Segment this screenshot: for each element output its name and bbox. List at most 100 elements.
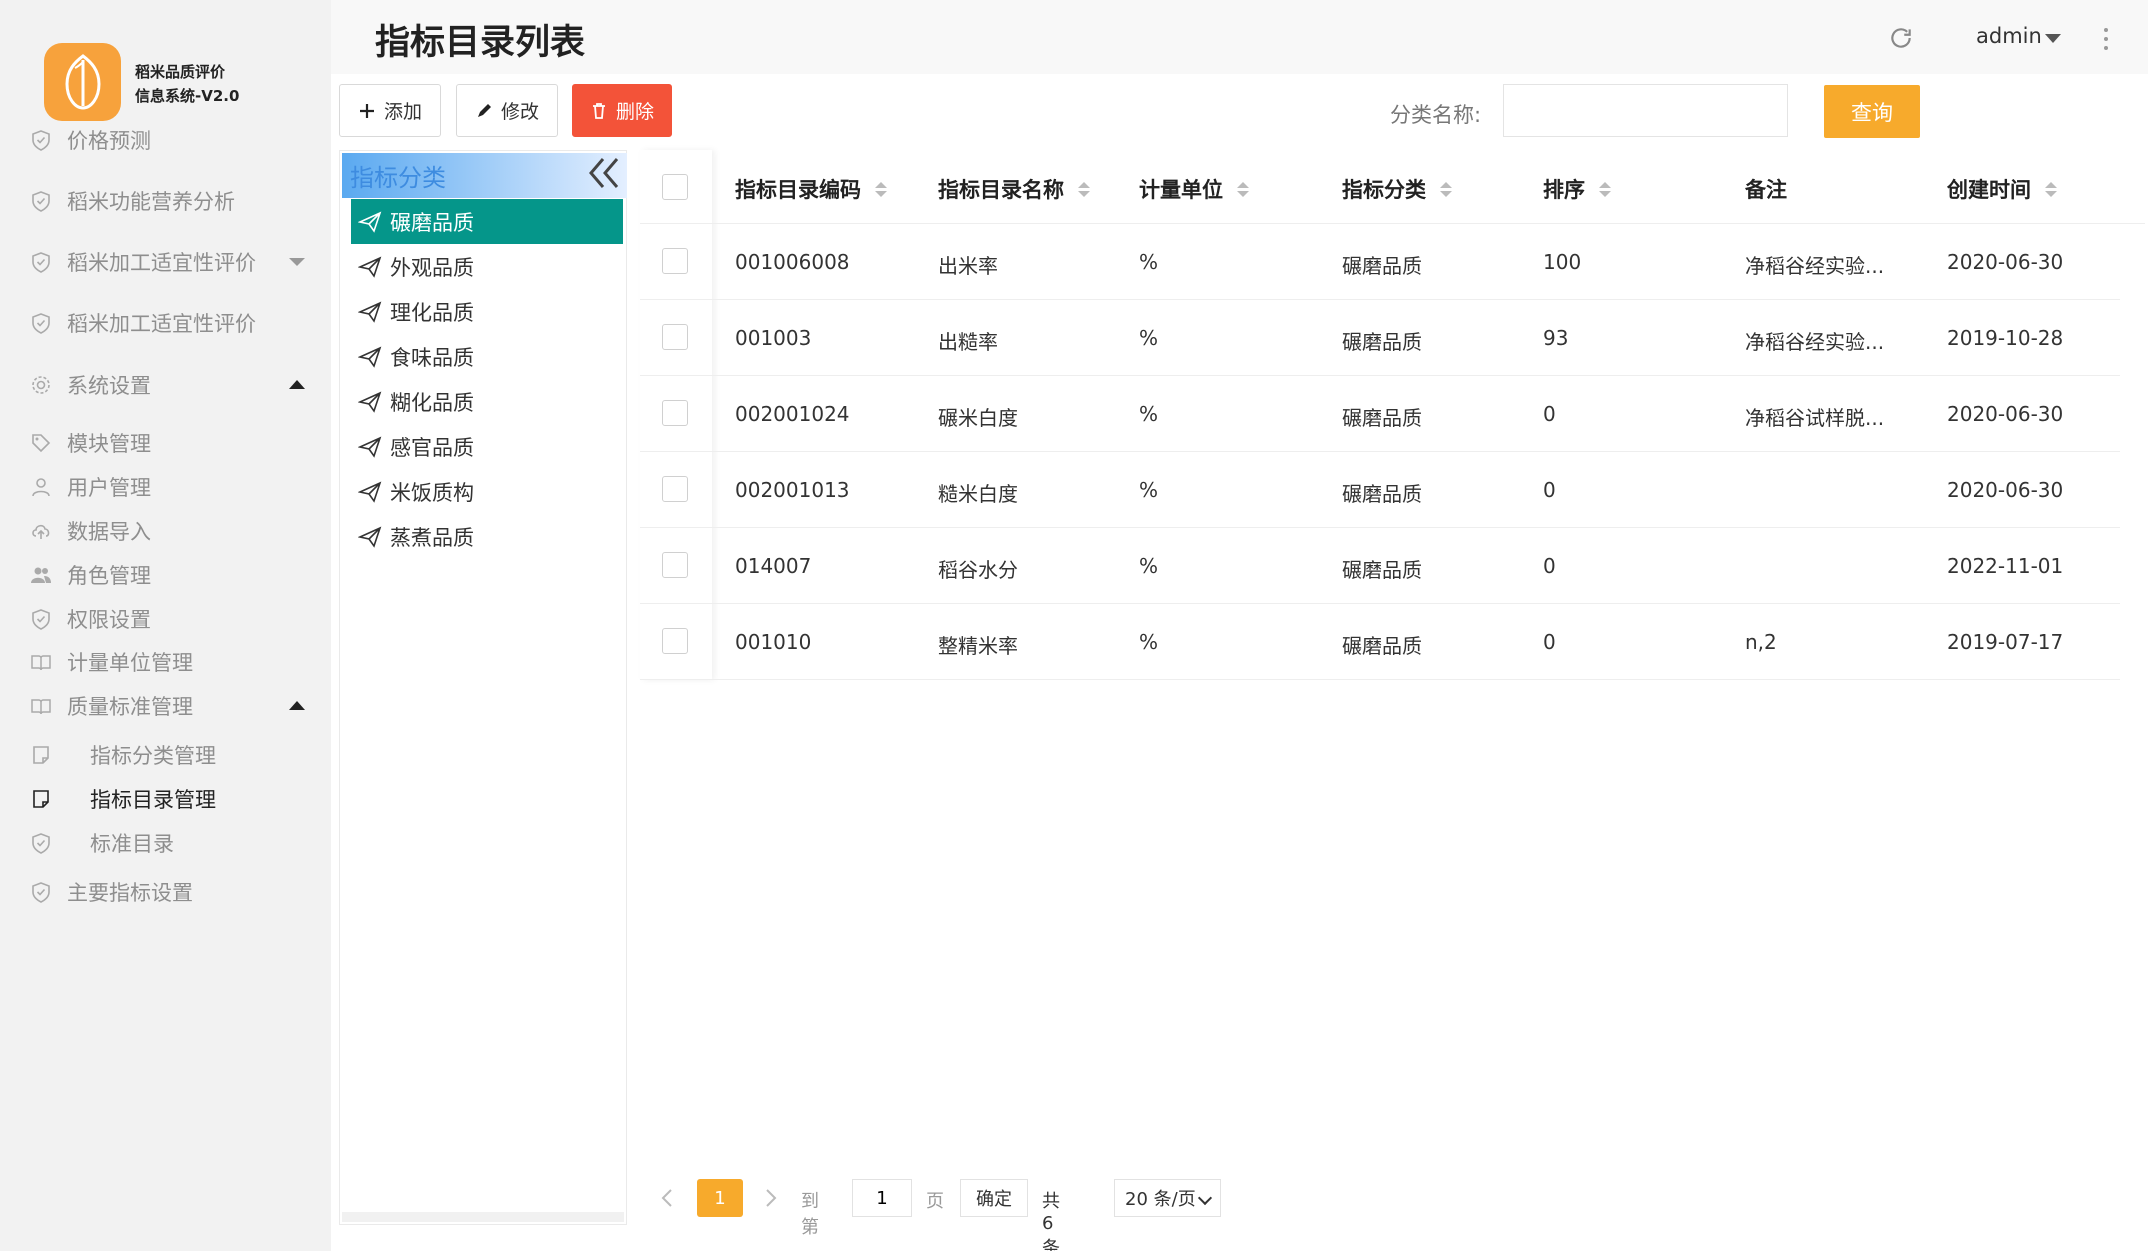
sidebar-item[interactable]: 稻米加工适宜性评价 xyxy=(0,242,331,282)
caret-up-icon[interactable] xyxy=(289,701,305,710)
user-caret-icon[interactable] xyxy=(2045,34,2061,43)
row-checkbox[interactable] xyxy=(662,324,688,350)
tree-item[interactable]: 感官品质 xyxy=(351,424,623,469)
delete-button[interactable]: 删除 xyxy=(572,84,672,137)
tree-item[interactable]: 碾磨品质 xyxy=(351,199,623,244)
sidebar-item[interactable]: 质量标准管理 xyxy=(0,686,331,726)
row-checkbox[interactable] xyxy=(662,552,688,578)
sidebar-item[interactable]: 计量单位管理 xyxy=(0,642,331,682)
prev-page-icon[interactable] xyxy=(660,1187,674,1209)
table-cell: 净稻谷经实验... xyxy=(1745,330,1885,354)
tree-item[interactable]: 理化品质 xyxy=(351,289,623,334)
sidebar-item[interactable]: 指标分类管理 xyxy=(0,735,331,775)
tree-item[interactable]: 食味品质 xyxy=(351,334,623,379)
sidebar-item[interactable]: 主要指标设置 xyxy=(0,872,331,912)
column-header[interactable]: 创建时间 xyxy=(1947,174,2057,204)
sidebar-item-label: 用户管理 xyxy=(67,476,151,500)
column-header[interactable]: 排序 xyxy=(1543,174,1611,204)
sidebar-item-label: 数据导入 xyxy=(67,520,151,544)
tree-item[interactable]: 糊化品质 xyxy=(351,379,623,424)
edit-button[interactable]: 修改 xyxy=(456,84,558,137)
sidebar-item[interactable]: 角色管理 xyxy=(0,555,331,595)
table-row[interactable]: 002001024 碾米白度% 碾磨品质 0 净稻谷试样脱... 2020-06-30 xyxy=(640,376,2120,452)
user-menu[interactable]: admin xyxy=(1976,24,2042,48)
gear-icon xyxy=(29,373,53,397)
row-checkbox[interactable] xyxy=(662,476,688,502)
sidebar-item[interactable]: 权限设置 xyxy=(0,599,331,639)
table-cell: 碾磨品质 xyxy=(1342,254,1422,278)
category-name-input[interactable] xyxy=(1503,84,1788,137)
table-cell: 0 xyxy=(1543,402,1556,426)
sort-icon[interactable] xyxy=(2045,181,2057,197)
user-icon xyxy=(29,475,53,499)
column-header[interactable]: 指标目录名称 xyxy=(938,174,1090,204)
tree-scrollbar[interactable] xyxy=(342,1212,624,1222)
tree-item[interactable]: 蒸煮品质 xyxy=(351,514,623,559)
table-cell: 93 xyxy=(1543,326,1569,350)
sidebar-item-label: 模块管理 xyxy=(67,432,151,456)
row-checkbox[interactable] xyxy=(662,248,688,274)
tree-item[interactable]: 外观品质 xyxy=(351,244,623,289)
next-page-icon[interactable] xyxy=(764,1187,778,1209)
sort-icon[interactable] xyxy=(1237,181,1249,197)
table-cell: 糙米白度 xyxy=(938,482,1018,506)
column-header[interactable]: 计量单位 xyxy=(1139,174,1249,204)
sort-icon[interactable] xyxy=(1078,181,1090,197)
sort-icon[interactable] xyxy=(1440,181,1452,197)
row-checkbox[interactable] xyxy=(662,400,688,426)
page-size-value: 20 条/页 xyxy=(1125,1189,1196,1210)
sort-icon[interactable] xyxy=(875,181,887,197)
sidebar-item[interactable]: 系统设置 xyxy=(0,365,331,405)
double-chevron-left-icon[interactable] xyxy=(585,155,623,191)
shield-check-icon xyxy=(29,880,53,904)
row-checkbox[interactable] xyxy=(662,628,688,654)
goto-confirm-button[interactable]: 确定 xyxy=(960,1179,1028,1217)
chevron-down-icon xyxy=(1197,1190,1213,1206)
sidebar-item[interactable]: 指标目录管理 xyxy=(0,779,331,819)
page-label: 页 xyxy=(926,1191,944,1212)
table-row[interactable]: 001003 出糙率% 碾磨品质 93 净稻谷经实验... 2019-10-28 xyxy=(640,300,2120,376)
tree-item[interactable]: 米饭质构 xyxy=(351,469,623,514)
column-header[interactable]: 指标目录编码 xyxy=(735,174,887,204)
sidebar-item[interactable]: 稻米功能营养分析 xyxy=(0,181,331,221)
sidebar-item[interactable]: 用户管理 xyxy=(0,467,331,507)
goto-page-input[interactable] xyxy=(852,1179,912,1217)
table-cell: 稻谷水分 xyxy=(938,558,1018,582)
table-row[interactable]: 001010 整精米率% 碾磨品质 0 n,2 2019-07-17 xyxy=(640,604,2120,680)
table-cell: 014007 xyxy=(735,554,812,578)
sidebar-item[interactable]: 数据导入 xyxy=(0,511,331,551)
current-page-button[interactable]: 1 xyxy=(697,1179,743,1217)
tree-item-label: 蒸煮品质 xyxy=(390,525,474,550)
paper-plane-icon xyxy=(358,436,382,458)
add-button[interactable]: 添加 xyxy=(339,84,441,137)
sort-icon[interactable] xyxy=(1599,181,1611,197)
paper-plane-icon xyxy=(358,301,382,323)
paper-plane-icon xyxy=(358,391,382,413)
sidebar-item[interactable]: 模块管理 xyxy=(0,423,331,463)
table-cell: 出米率 xyxy=(938,254,998,278)
table-row[interactable]: 014007 稻谷水分% 碾磨品质 0 2022-11-01 xyxy=(640,528,2120,604)
sidebar-item[interactable]: 价格预测 xyxy=(0,120,331,160)
sidebar-item-label: 标准目录 xyxy=(90,832,174,856)
sidebar-item-label: 指标目录管理 xyxy=(90,788,216,812)
caret-down-icon[interactable] xyxy=(289,258,305,266)
column-header[interactable]: 备注 xyxy=(1745,174,1787,204)
shield-check-icon xyxy=(29,128,53,152)
table-row[interactable]: 002001013 糙米白度% 碾磨品质 0 2020-06-30 xyxy=(640,452,2120,528)
page-size-select[interactable]: 20 条/页 xyxy=(1114,1179,1221,1217)
table-cell: 001010 xyxy=(735,630,812,654)
select-all-checkbox[interactable] xyxy=(662,174,688,200)
delete-button-label: 删除 xyxy=(615,101,654,123)
sidebar-item[interactable]: 标准目录 xyxy=(0,823,331,863)
more-vertical-icon[interactable] xyxy=(2103,26,2109,52)
tree-item-label: 糊化品质 xyxy=(390,390,474,415)
query-button[interactable]: 查询 xyxy=(1824,85,1920,138)
column-header[interactable]: 指标分类 xyxy=(1342,174,1452,204)
caret-up-icon[interactable] xyxy=(289,380,305,389)
note-icon xyxy=(29,787,53,811)
add-button-label: 添加 xyxy=(383,101,422,123)
refresh-icon[interactable] xyxy=(1888,25,1914,51)
sidebar-item[interactable]: 稻米加工适宜性评价 xyxy=(0,303,331,343)
shield-check-icon xyxy=(29,250,53,274)
table-row[interactable]: 001006008 出米率% 碾磨品质 100 净稻谷经实验... 2020-06-30 xyxy=(640,224,2120,300)
